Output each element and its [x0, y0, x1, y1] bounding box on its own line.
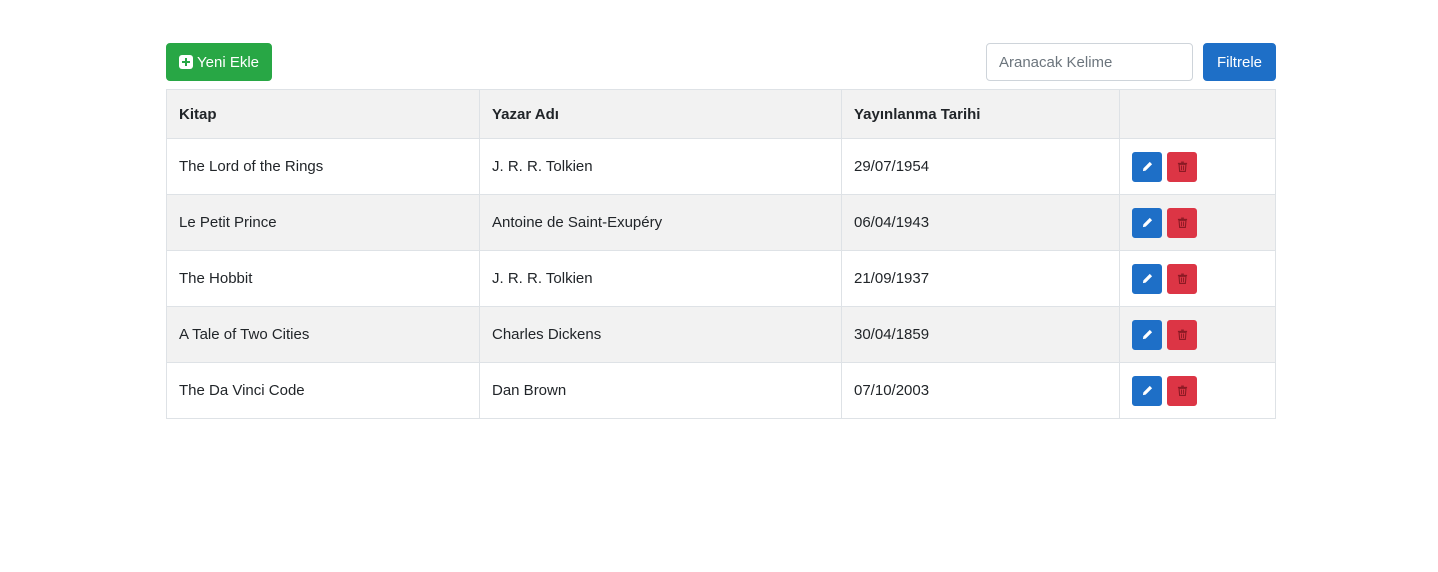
edit-button[interactable] [1132, 263, 1162, 294]
table-body: The Lord of the Rings J. R. R. Tolkien 2… [166, 138, 1276, 419]
cell-author: J. R. R. Tolkien [479, 250, 842, 307]
cell-actions [1119, 362, 1276, 419]
cell-author: Antoine de Saint-Exupéry [479, 194, 842, 251]
page-container: Yeni Ekle Filtrele Kitap Yazar Adı Yayın… [166, 43, 1276, 419]
row-actions [1132, 263, 1263, 294]
table-row: Le Petit Prince Antoine de Saint-Exupéry… [166, 194, 1276, 251]
add-new-button[interactable]: Yeni Ekle [166, 43, 272, 81]
cell-actions [1119, 194, 1276, 251]
row-actions [1132, 319, 1263, 350]
header-book: Kitap [166, 89, 480, 139]
edit-button[interactable] [1132, 207, 1162, 238]
trash-icon [1177, 329, 1187, 340]
books-table: Kitap Yazar Adı Yayınlanma Tarihi The Lo… [166, 89, 1276, 419]
cell-actions [1119, 138, 1276, 195]
row-actions [1132, 151, 1263, 182]
header-actions [1119, 89, 1276, 139]
trash-icon [1177, 161, 1187, 172]
header-row: Kitap Yazar Adı Yayınlanma Tarihi [166, 89, 1276, 139]
header-date: Yayınlanma Tarihi [841, 89, 1120, 139]
table-row: A Tale of Two Cities Charles Dickens 30/… [166, 306, 1276, 363]
trash-icon [1177, 385, 1187, 396]
cell-author: Charles Dickens [479, 306, 842, 363]
pencil-icon [1142, 161, 1152, 172]
pencil-icon [1142, 217, 1152, 228]
delete-button[interactable] [1167, 207, 1197, 238]
plus-square-icon [179, 55, 193, 69]
delete-button[interactable] [1167, 319, 1197, 350]
delete-button[interactable] [1167, 375, 1197, 406]
cell-author: Dan Brown [479, 362, 842, 419]
table-header: Kitap Yazar Adı Yayınlanma Tarihi [166, 89, 1276, 139]
table-row: The Hobbit J. R. R. Tolkien 21/09/1937 [166, 250, 1276, 307]
search-input[interactable] [986, 43, 1193, 81]
toolbar: Yeni Ekle Filtrele [166, 43, 1276, 81]
trash-icon [1177, 273, 1187, 284]
pencil-icon [1142, 273, 1152, 284]
edit-button[interactable] [1132, 319, 1162, 350]
row-actions [1132, 375, 1263, 406]
cell-book: A Tale of Two Cities [166, 306, 480, 363]
cell-actions [1119, 306, 1276, 363]
delete-button[interactable] [1167, 263, 1197, 294]
header-author: Yazar Adı [479, 89, 842, 139]
cell-date: 29/07/1954 [841, 138, 1120, 195]
table-row: The Da Vinci Code Dan Brown 07/10/2003 [166, 362, 1276, 419]
cell-book: The Da Vinci Code [166, 362, 480, 419]
table-row: The Lord of the Rings J. R. R. Tolkien 2… [166, 138, 1276, 195]
edit-button[interactable] [1132, 151, 1162, 182]
cell-book: The Hobbit [166, 250, 480, 307]
filter-button[interactable]: Filtrele [1203, 43, 1276, 81]
cell-book: Le Petit Prince [166, 194, 480, 251]
cell-author: J. R. R. Tolkien [479, 138, 842, 195]
cell-date: 21/09/1937 [841, 250, 1120, 307]
cell-actions [1119, 250, 1276, 307]
add-new-label: Yeni Ekle [197, 53, 259, 71]
cell-date: 07/10/2003 [841, 362, 1120, 419]
delete-button[interactable] [1167, 151, 1197, 182]
pencil-icon [1142, 385, 1152, 396]
trash-icon [1177, 217, 1187, 228]
edit-button[interactable] [1132, 375, 1162, 406]
pencil-icon [1142, 329, 1152, 340]
row-actions [1132, 207, 1263, 238]
cell-book: The Lord of the Rings [166, 138, 480, 195]
cell-date: 30/04/1859 [841, 306, 1120, 363]
cell-date: 06/04/1943 [841, 194, 1120, 251]
